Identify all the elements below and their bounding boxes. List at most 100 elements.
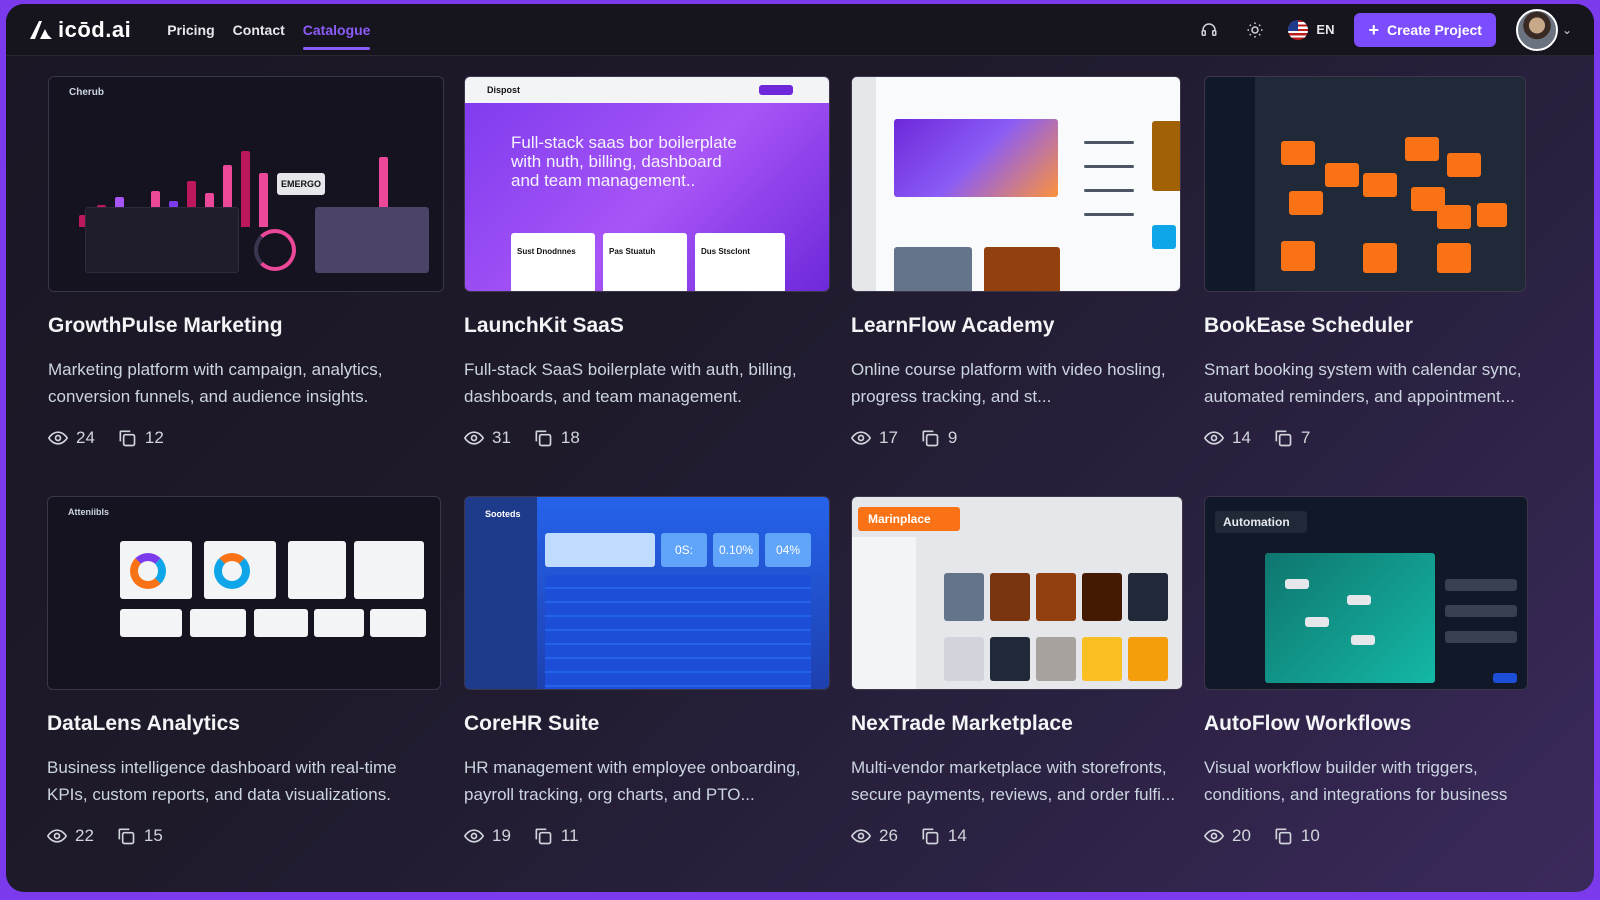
views-count: 14 bbox=[1204, 428, 1251, 448]
project-title[interactable]: CoreHR Suite bbox=[464, 712, 830, 736]
thumb-app-title: Sooteds bbox=[485, 509, 521, 519]
project-description: Marketing platform with campaign, analyt… bbox=[48, 360, 383, 406]
project-card[interactable]: Atteniibls DataLens Analytics Business i… bbox=[47, 496, 441, 846]
project-card[interactable]: Cherub EMERGO GrowthPulse Marketing Mark… bbox=[48, 76, 444, 448]
copy-icon bbox=[119, 430, 136, 447]
views-count: 20 bbox=[1204, 826, 1251, 846]
views-value: 26 bbox=[879, 826, 898, 845]
views-count: 26 bbox=[851, 826, 898, 846]
views-count: 19 bbox=[464, 826, 511, 846]
copies-count: 15 bbox=[116, 826, 163, 846]
create-project-label: Create Project bbox=[1387, 21, 1482, 38]
catalogue-grid: Cherub EMERGO GrowthPulse Marketing Mark… bbox=[46, 76, 1586, 876]
project-stats: 14 7 bbox=[1204, 428, 1544, 448]
copy-icon bbox=[118, 828, 135, 845]
project-description: Multi-vendor marketplace with storefront… bbox=[851, 758, 1176, 804]
brand-logo[interactable]: icōd.ai bbox=[28, 17, 131, 43]
project-stats: 20 10 bbox=[1204, 826, 1544, 846]
views-value: 14 bbox=[1232, 428, 1251, 447]
eye-icon bbox=[464, 829, 484, 843]
copies-value: 12 bbox=[144, 428, 164, 447]
project-title[interactable]: NexTrade Marketplace bbox=[851, 712, 1197, 736]
project-description: Online course platform with video hoslin… bbox=[851, 360, 1166, 406]
thumb-app-title: Cherub bbox=[69, 87, 104, 98]
thumb-badge: Automation bbox=[1215, 511, 1307, 533]
copy-icon bbox=[1275, 828, 1292, 845]
project-title[interactable]: DataLens Analytics bbox=[47, 712, 441, 736]
project-description: Smart booking system with calendar sync,… bbox=[1204, 360, 1522, 406]
thumb-feature-card: Dus Stsclont bbox=[695, 233, 785, 291]
language-selector[interactable]: EN bbox=[1288, 19, 1335, 40]
project-card[interactable]: BookEase Scheduler Smart booking system … bbox=[1204, 76, 1544, 448]
copy-icon bbox=[535, 828, 552, 845]
nav-link-pricing[interactable]: Pricing bbox=[167, 18, 214, 42]
copy-icon bbox=[535, 430, 552, 447]
project-stats: 22 15 bbox=[47, 826, 441, 846]
thumb-app-title: Atteniibls bbox=[68, 507, 110, 517]
project-title[interactable]: AutoFlow Workflows bbox=[1204, 712, 1544, 736]
project-description: Business intelligence dashboard with rea… bbox=[47, 758, 397, 804]
project-stats: 31 18 bbox=[464, 428, 830, 448]
user-menu[interactable]: ⌄ bbox=[1515, 8, 1572, 51]
views-value: 17 bbox=[879, 428, 898, 447]
views-count: 17 bbox=[851, 428, 898, 448]
project-description: Visual workflow builder with triggers, c… bbox=[1204, 758, 1508, 804]
logo-mark-icon bbox=[30, 20, 52, 39]
project-card[interactable]: Automation AutoFlow Workflows Visual wor… bbox=[1204, 496, 1544, 846]
plus-icon: + bbox=[1368, 19, 1379, 40]
app-window: icōd.ai Pricing Contact Catalogue EN + C… bbox=[6, 4, 1594, 892]
project-card[interactable]: LearnFlow Academy Online course platform… bbox=[851, 76, 1181, 448]
copies-value: 9 bbox=[947, 428, 958, 447]
eye-icon bbox=[47, 829, 67, 843]
eye-icon bbox=[1204, 431, 1224, 445]
support-headset-icon[interactable] bbox=[1196, 17, 1222, 43]
copies-value: 18 bbox=[560, 428, 580, 447]
theme-sun-icon[interactable] bbox=[1242, 17, 1268, 43]
project-card[interactable]: Dispost Full-stack saas bor boilerplate … bbox=[464, 76, 830, 448]
copies-count: 14 bbox=[920, 826, 967, 846]
avatar bbox=[1515, 8, 1558, 51]
project-card[interactable]: Marinplace NexTrade Marketplace Multi-ve… bbox=[851, 496, 1197, 846]
project-card[interactable]: Sooteds 0S: 0.10% 04% CoreHR Suite HR ma… bbox=[464, 496, 830, 846]
copies-count: 7 bbox=[1273, 428, 1310, 448]
eye-icon bbox=[48, 431, 68, 445]
project-title[interactable]: LearnFlow Academy bbox=[851, 314, 1181, 338]
project-description: HR management with employee onboarding, … bbox=[464, 758, 801, 804]
thumb-feature-card: Pas Stuatuh bbox=[603, 233, 687, 291]
eye-icon bbox=[851, 431, 871, 445]
copies-value: 10 bbox=[1300, 826, 1320, 845]
project-description: Full-stack SaaS boilerplate with auth, b… bbox=[464, 360, 797, 406]
copy-icon bbox=[922, 430, 939, 447]
header-actions: EN + Create Project ⌄ bbox=[1196, 8, 1572, 51]
copy-icon bbox=[922, 828, 939, 845]
eye-icon bbox=[1204, 829, 1224, 843]
project-thumbnail: Automation bbox=[1204, 496, 1528, 690]
main-nav: Pricing Contact Catalogue bbox=[167, 18, 370, 50]
copies-value: 11 bbox=[560, 826, 579, 845]
project-stats: 17 9 bbox=[851, 428, 1181, 448]
nav-link-catalogue[interactable]: Catalogue bbox=[302, 18, 370, 50]
language-label: EN bbox=[1316, 22, 1335, 37]
eye-icon bbox=[464, 431, 484, 445]
thumb-kpi: 0.10% bbox=[713, 533, 759, 567]
copies-count: 11 bbox=[533, 826, 579, 846]
project-stats: 19 11 bbox=[464, 826, 830, 846]
copies-value: 14 bbox=[947, 826, 967, 845]
copies-value: 7 bbox=[1300, 428, 1311, 447]
views-value: 22 bbox=[75, 826, 94, 845]
project-thumbnail bbox=[851, 76, 1181, 292]
project-title[interactable]: BookEase Scheduler bbox=[1204, 314, 1544, 338]
views-count: 24 bbox=[48, 428, 95, 448]
us-flag-icon bbox=[1288, 19, 1309, 40]
views-value: 24 bbox=[76, 428, 95, 447]
project-title[interactable]: GrowthPulse Marketing bbox=[48, 314, 444, 338]
nav-link-contact[interactable]: Contact bbox=[233, 18, 285, 42]
create-project-button[interactable]: + Create Project bbox=[1354, 12, 1496, 47]
copies-count: 10 bbox=[1273, 826, 1320, 846]
views-count: 31 bbox=[464, 428, 511, 448]
project-title[interactable]: LaunchKit SaaS bbox=[464, 314, 830, 338]
copy-icon bbox=[1275, 430, 1292, 447]
thumb-hero-text: Full-stack saas bor boilerplate with nut… bbox=[511, 133, 737, 190]
thumb-badge: Marinplace bbox=[858, 507, 960, 531]
thumb-feature-card: Sust Dnodnnes bbox=[511, 233, 595, 291]
